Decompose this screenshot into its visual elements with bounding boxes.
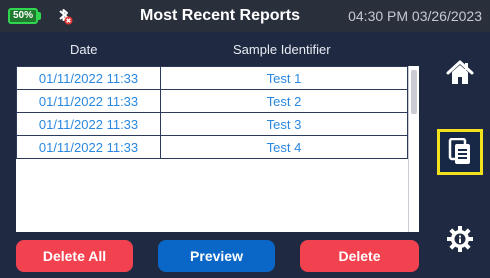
preview-button[interactable]: Preview: [158, 240, 275, 272]
column-header-date: Date: [70, 42, 98, 57]
delete-button[interactable]: Delete: [300, 240, 419, 272]
sidebar-item-home[interactable]: [437, 50, 483, 96]
sidebar-item-reports[interactable]: [437, 129, 483, 175]
sample-id-cell: Test 4: [266, 139, 302, 155]
table-row[interactable]: 01/11/2022 11:33 Test 1: [16, 66, 408, 90]
column-header-sample-identifier: Sample Identifier: [233, 42, 331, 57]
status-bar: 50% Most Recent Reports 04:30 PM 03/26/2…: [0, 0, 490, 32]
date-cell: 01/11/2022 11:33: [17, 90, 161, 112]
reports-table: 01/11/2022 11:33 Test 1 01/11/2022 11:33…: [16, 66, 419, 232]
bluetooth-disconnected-icon: [54, 6, 74, 26]
datetime-display: 04:30 PM 03/26/2023: [348, 8, 482, 24]
battery-level: 50%: [12, 10, 33, 21]
table-row[interactable]: 01/11/2022 11:33 Test 3: [16, 112, 408, 136]
home-icon: [446, 60, 474, 84]
table-row[interactable]: 01/11/2022 11:33 Test 2: [16, 89, 408, 113]
sample-id-cell: Test 3: [266, 116, 302, 132]
sample-id-cell: Test 2: [266, 93, 302, 109]
date-cell: 01/11/2022 11:33: [17, 113, 161, 135]
table-scrollbar[interactable]: [408, 66, 419, 232]
settings-icon: [447, 226, 473, 252]
reports-icon: [448, 138, 470, 164]
sample-id-cell: Test 1: [266, 70, 302, 86]
date-cell: 01/11/2022 11:33: [17, 67, 161, 89]
delete-all-button[interactable]: Delete All: [16, 240, 133, 272]
battery-indicator: 50%: [8, 8, 38, 24]
sidebar-nav: [431, 32, 490, 278]
scroll-thumb[interactable]: [411, 70, 417, 114]
battery-icon: [38, 12, 41, 20]
table-row[interactable]: 01/11/2022 11:33 Test 4: [16, 135, 408, 159]
page-title: Most Recent Reports: [139, 7, 301, 24]
sidebar-item-settings[interactable]: [437, 216, 483, 262]
date-cell: 01/11/2022 11:33: [17, 136, 161, 158]
